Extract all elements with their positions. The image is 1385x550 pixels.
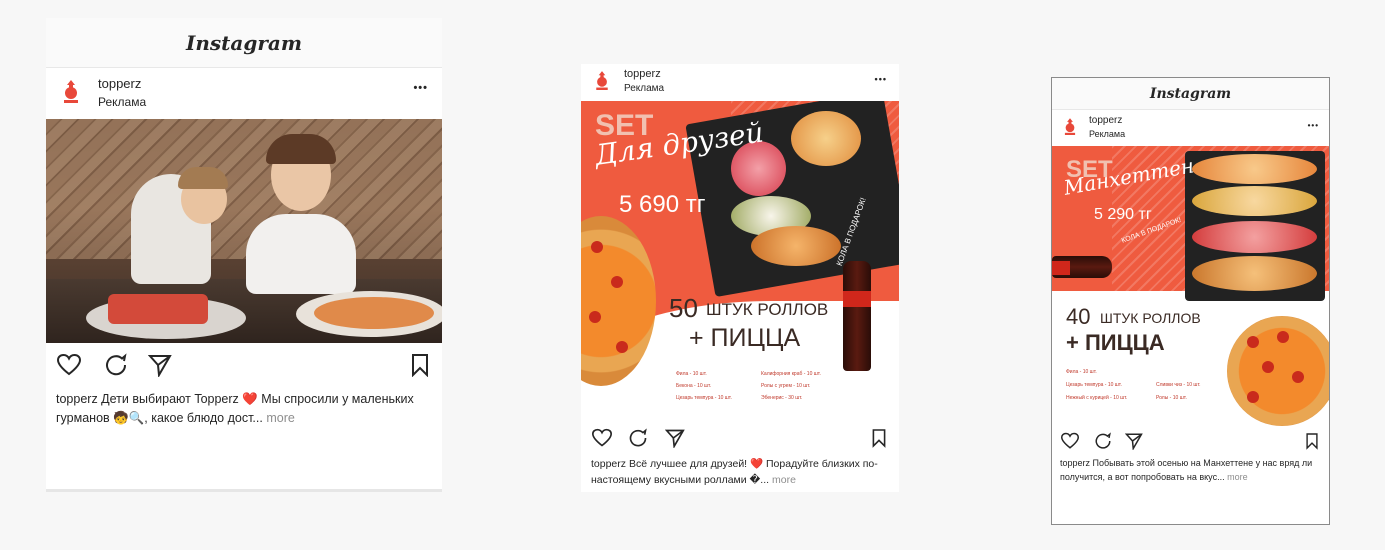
comment-icon[interactable] [1094,432,1112,450]
ad-creative[interactable]: SET Манхеттен 5 290 тг КОЛА В ПОДАРОК! 4… [1052,146,1329,426]
sponsored-label: Реклама [1089,129,1126,139]
topperz-logo-icon [596,71,608,90]
like-heart-icon[interactable] [1060,432,1080,450]
username[interactable]: topperz [1089,115,1122,126]
sponsored-label: Реклама [624,83,665,94]
instagram-logo: Instagram [186,30,302,55]
more-options-icon[interactable]: ••• [413,82,428,94]
menu-item: Фила - 10 шт. [1066,369,1097,375]
child-right-hair [266,134,336,164]
menu-item: Эбенерис - 30 шт. [761,395,803,401]
caption-username[interactable]: topperz [1060,458,1090,468]
ad-price: 5 690 тг [619,191,706,218]
instagram-top-bar: Instagram [1052,78,1329,110]
pepperoni [1277,331,1289,343]
menu-item: Калифорния краб - 10 шт. [761,371,821,377]
username[interactable]: topperz [98,76,141,91]
post-header: topperz Реклама ••• [46,68,442,119]
bookmark-icon[interactable] [871,428,887,448]
pepperoni [1247,391,1259,403]
ad-price: 5 290 тг [1094,206,1152,223]
pizza-slices [314,297,434,329]
sushi-rolls-orange [791,111,861,166]
menu-item: Бекона - 10 шт. [676,383,712,389]
cola-bottle [843,261,871,371]
cola-label [843,291,871,307]
pepperoni [589,311,601,323]
instagram-logo: Instagram [1149,85,1232,102]
instagram-post-card: topperz Реклама ••• SET Для друзей 5 690… [581,64,899,492]
sushi-rolls [108,294,208,324]
avatar[interactable] [1062,116,1078,138]
menu-item: Нежный с курицей - 10 шт. [1066,395,1128,401]
ad-count: 50 [669,293,698,323]
instagram-post-card: Instagram topperz Реклама ••• topperz Де… [46,18,442,492]
menu-item: Цезарь темпура - 10 шт. [1066,382,1122,388]
post-photo[interactable] [46,119,442,343]
menu-item: Фила - 10 шт. [676,371,707,377]
comment-icon[interactable] [628,428,648,448]
more-link[interactable]: more [1227,472,1248,482]
post-actions [581,428,899,450]
bookmark-icon[interactable] [410,353,430,377]
more-options-icon[interactable]: ••• [875,74,887,84]
post-caption: topperz Побывать этой осенью на Манхетте… [1060,457,1325,485]
avatar[interactable] [60,78,82,106]
avatar[interactable] [593,69,611,93]
ad-count-text: ШТУК РОЛЛОВ [706,300,829,319]
username[interactable]: topperz [624,68,661,80]
pepperoni [611,276,623,288]
topperz-logo-icon [64,80,78,103]
child-right [246,214,356,294]
more-link[interactable]: more [772,474,796,486]
ad-plus-pizza: + ПИЦЦА [1066,330,1165,355]
pepperoni [1262,361,1274,373]
like-heart-icon[interactable] [591,428,613,448]
share-icon[interactable] [148,353,172,377]
bookmark-icon[interactable] [1305,432,1319,450]
pepperoni [591,241,603,253]
post-caption: topperz Всё лучшее для друзей! ❤️ Пораду… [591,456,891,489]
caption-username[interactable]: topperz [56,392,98,406]
menu-item: Цезарь темпура - 10 шт. [676,395,732,401]
post-actions [1052,432,1329,452]
menu-item: Сливки чиз - 10 шт. [1156,382,1201,388]
ad-creative[interactable]: SET Для друзей 5 690 тг КОЛА В ПОДАРОК! … [581,101,899,419]
sushi-rolls-fried [751,226,841,266]
like-heart-icon[interactable] [56,353,82,377]
child-left-hair [178,167,228,189]
caption-username[interactable]: topperz [591,458,626,470]
cola-label [1052,261,1070,275]
caption-text: Всё лучшее для друзей! ❤️ Порадуйте близ… [591,458,878,487]
instagram-top-bar: Instagram [46,18,442,68]
share-icon[interactable] [665,428,685,448]
ad-count-text: ШТУК РОЛЛОВ [1100,310,1201,326]
menu-item: Ролы с угрем - 10 шт. [761,383,811,389]
ad-count: 40 [1066,304,1091,329]
sushi-rolls-orange [1192,154,1317,184]
sponsored-label: Реклама [98,95,147,109]
post-caption: topperz Дети выбирают Topperz ❤️ Мы спро… [56,390,436,429]
pepperoni [616,341,628,353]
sushi-rolls-red [1192,221,1317,253]
more-options-icon[interactable]: ••• [1308,121,1319,130]
post-header: topperz Реклама ••• [1052,110,1329,144]
sushi-rolls-fried [1192,256,1317,291]
post-actions [46,353,442,383]
pepperoni [1247,336,1259,348]
more-link[interactable]: more [266,411,294,425]
sushi-rolls-yellow [1192,186,1317,216]
comment-icon[interactable] [104,353,128,377]
topperz-logo-icon [1064,118,1076,135]
instagram-post-card: Instagram topperz Реклама ••• SET Манхет… [1051,77,1330,525]
post-header: topperz Реклама ••• [581,64,899,99]
brick-wall-background [46,119,442,259]
caption-text: Дети выбирают Topperz ❤️ Мы спросили у м… [56,392,414,426]
ad-plus-pizza: + ПИЦЦА [689,324,801,352]
caption-text: Побывать этой осенью на Манхеттене у нас… [1060,458,1313,482]
pepperoni [1292,371,1304,383]
menu-item: Ролы - 10 шт. [1156,395,1187,401]
share-icon[interactable] [1125,432,1143,450]
